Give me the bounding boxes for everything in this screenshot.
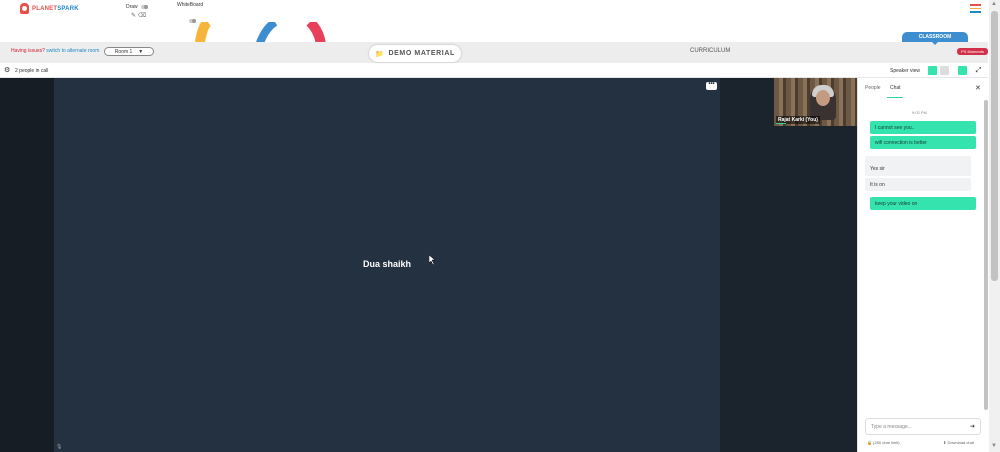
chat-message: It is on bbox=[865, 178, 971, 191]
people-count: 2 people in call bbox=[15, 68, 49, 74]
room-value: Room 1 bbox=[114, 48, 133, 55]
alternate-room-link[interactable]: switch to alternate room bbox=[46, 48, 99, 54]
issue-notice: Having issues? switch to alternate room bbox=[11, 48, 99, 54]
toggle-icon[interactable] bbox=[140, 4, 148, 9]
demo-material-label: DEMO MATERIAL bbox=[388, 50, 455, 57]
brand-name-b: SPARK bbox=[57, 5, 79, 12]
speaker-view-label: Speaker view bbox=[890, 68, 921, 74]
lock-icon: 🔒 bbox=[867, 440, 872, 445]
presenter-button[interactable] bbox=[958, 66, 967, 75]
tab-people[interactable]: People bbox=[865, 85, 881, 91]
curriculum-tab[interactable]: CURRICULUM bbox=[690, 48, 730, 54]
chat-message-input[interactable]: Type a message... ➔ bbox=[865, 418, 981, 435]
chat-input-placeholder: Type a message... bbox=[871, 423, 912, 430]
issue-text: Having issues? bbox=[11, 48, 45, 54]
whiteboard-toggle[interactable]: WhiteBoard bbox=[177, 2, 203, 8]
whiteboard-label: WhiteBoard bbox=[177, 2, 204, 8]
more-options-button[interactable]: ••• bbox=[706, 81, 717, 90]
menu-icon[interactable] bbox=[970, 4, 981, 15]
chat-message: Yes sir bbox=[865, 156, 971, 176]
chat-timestamp: 9:02 PM bbox=[912, 110, 927, 115]
draw-label: Draw bbox=[126, 4, 138, 10]
download-chat-button[interactable]: ⬇ Download chat bbox=[943, 440, 974, 445]
scroll-up-icon[interactable]: ▲ bbox=[991, 1, 997, 7]
mouse-cursor-icon bbox=[429, 255, 436, 265]
send-icon[interactable]: ➔ bbox=[970, 423, 975, 430]
chat-message: I cannot see you.. bbox=[870, 121, 976, 134]
page-scroll-thumb[interactable] bbox=[991, 11, 998, 281]
fullscreen-icon[interactable]: ⤢ bbox=[974, 66, 983, 75]
char-limit-text: (250 char limit) bbox=[873, 440, 900, 445]
active-tab-indicator bbox=[887, 97, 903, 98]
logo-icon bbox=[20, 3, 29, 14]
chat-message: wifi connection is better bbox=[870, 136, 976, 149]
call-toolbar: ⚙ 2 people in call Speaker view ⤢ bbox=[0, 64, 988, 78]
top-bar bbox=[0, 0, 988, 22]
room-select[interactable]: Room 1 ▼ bbox=[104, 47, 154, 56]
chat-message: keep your video on bbox=[870, 197, 976, 210]
speaker-view-button[interactable] bbox=[928, 66, 937, 75]
chat-scrollbar[interactable] bbox=[984, 100, 988, 410]
download-icon: ⬇ bbox=[943, 440, 947, 445]
mic-icon[interactable]: 🎙 bbox=[56, 444, 62, 450]
grid-view-button[interactable] bbox=[940, 66, 949, 75]
tab-chat[interactable]: Chat bbox=[890, 85, 901, 91]
demo-material-button[interactable]: 📁 DEMO MATERIAL bbox=[369, 45, 461, 62]
download-chat-label: Download chat bbox=[947, 440, 974, 445]
eraser-icon[interactable]: ⌫ bbox=[138, 13, 146, 19]
char-limit-note: 🔒 (250 char limit) bbox=[867, 440, 900, 445]
ps-moments-label: PS Moments bbox=[961, 49, 984, 54]
classroom-tab[interactable]: CLASSROOM bbox=[902, 32, 968, 45]
close-icon[interactable]: ✕ bbox=[975, 84, 981, 92]
participant-name: Dua shaikh bbox=[362, 259, 411, 269]
ps-moments-badge[interactable]: PS Moments bbox=[957, 48, 988, 55]
chat-panel bbox=[857, 78, 988, 452]
gear-icon[interactable]: ⚙ bbox=[4, 66, 10, 74]
scroll-down-icon[interactable]: ▼ bbox=[991, 443, 997, 449]
caret-down-icon: ▼ bbox=[138, 48, 144, 55]
draw-toggle[interactable]: Draw bbox=[126, 4, 148, 10]
planetspark-logo[interactable]: PLANETSPARK bbox=[20, 3, 79, 14]
draw-tools: ✎ ⌫ bbox=[131, 12, 146, 19]
speaking-indicator bbox=[776, 123, 786, 124]
folder-icon: 📁 bbox=[375, 50, 385, 58]
pencil-icon[interactable]: ✎ bbox=[131, 13, 136, 19]
brand-name-a: PLANET bbox=[32, 5, 58, 12]
